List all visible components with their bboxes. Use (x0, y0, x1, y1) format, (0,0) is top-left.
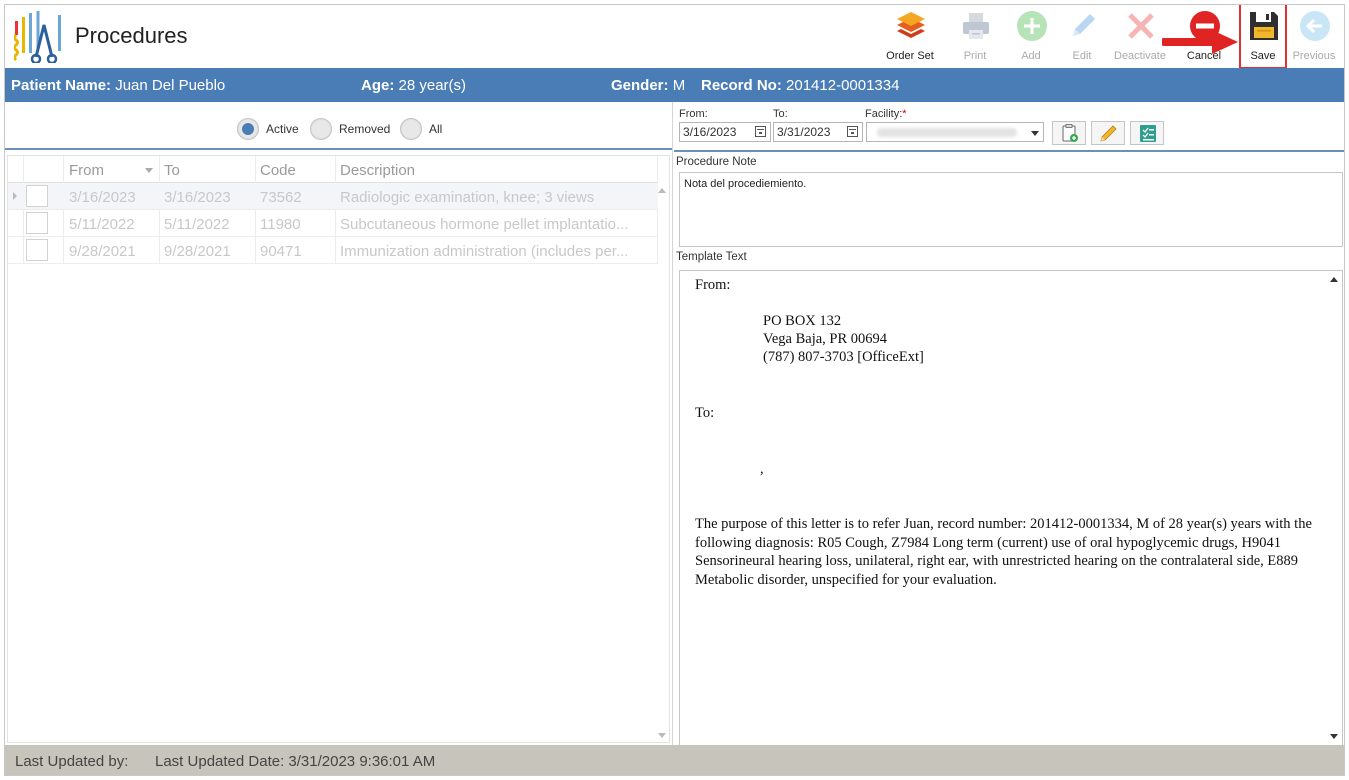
procedures-window: Procedures Order Set Print Add Edit Deac… (4, 4, 1345, 776)
row-checkbox[interactable] (26, 185, 48, 207)
cell-code: 90471 (260, 243, 302, 260)
previous-button[interactable]: Previous (1288, 7, 1340, 67)
scroll-down-icon[interactable] (658, 733, 666, 738)
chevron-down-icon[interactable] (1031, 131, 1039, 136)
cell-to: 9/28/2021 (164, 243, 231, 260)
from-date-label: From: (679, 108, 708, 120)
facility-select[interactable] (866, 122, 1044, 142)
last-updated-by: Last Updated by: (15, 753, 129, 770)
patient-record-field: Record No: 201412-0001334 (701, 77, 900, 94)
radio-all-circle (400, 118, 422, 140)
order-set-label: Order Set (886, 50, 934, 62)
column-from[interactable]: From (69, 162, 104, 179)
cell-from: 5/11/2022 (69, 216, 135, 233)
patient-age-field: Age: 28 year(s) (361, 77, 467, 94)
previous-label: Previous (1292, 50, 1336, 62)
cell-code: 73562 (260, 189, 302, 206)
edit-template-button[interactable] (1091, 121, 1125, 145)
to-date-input[interactable]: 3/31/2023 (773, 122, 863, 142)
row-checkbox[interactable] (26, 239, 48, 261)
grid-scrollbar[interactable] (655, 183, 669, 743)
radio-removed-label: Removed (339, 122, 391, 136)
calendar-icon[interactable] (847, 126, 858, 137)
procedures-logo-icon (14, 11, 61, 63)
procedure-detail-panel: From: 3/16/2023 To: 3/31/2023 Facility:* (672, 102, 1344, 746)
column-code[interactable]: Code (260, 162, 296, 179)
last-updated-date: Last Updated Date: 3/31/2023 9:36:01 AM (155, 753, 436, 770)
cell-description: Immunization administration (includes pe… (340, 243, 629, 260)
calendar-icon[interactable] (755, 126, 766, 137)
row-checkbox[interactable] (26, 212, 48, 234)
procedures-grid: From To Code Description 3/16/2023 3/16/… (7, 155, 670, 743)
sort-down-icon[interactable] (145, 168, 153, 173)
procedures-list-panel: Active Removed All From To Code Descript… (5, 102, 672, 745)
cell-from: 9/28/2021 (69, 243, 136, 260)
template-text-editor[interactable]: From: PO BOX 132 Vega Baja, PR 00694 (78… (679, 270, 1343, 746)
clipboard-add-icon (1062, 124, 1078, 142)
status-filter: Active Removed All (5, 102, 672, 150)
layers-icon (897, 12, 925, 38)
scroll-down-icon[interactable] (1330, 734, 1338, 739)
radio-all-label: All (429, 122, 443, 136)
letter-address-line: Vega Baja, PR 00694 (763, 331, 888, 347)
cell-description: Subcutaneous hormone pellet implantatio.… (340, 216, 629, 233)
checklist-icon (1140, 125, 1156, 142)
edit-button[interactable]: Edit (1056, 7, 1108, 67)
facility-label: Facility:* (865, 108, 907, 120)
letter-from-label: From: (695, 277, 731, 293)
procedure-note-value: Nota del procediemiento. (684, 178, 807, 190)
pencil-icon (1073, 14, 1095, 36)
letter-recipient-placeholder: , (760, 461, 764, 477)
section-divider (674, 150, 1344, 152)
table-row[interactable]: 3/16/2023 3/16/2023 73562 Radiologic exa… (8, 183, 658, 210)
printer-icon (963, 13, 989, 39)
letter-address-line: PO BOX 132 (763, 313, 842, 329)
facility-value-redacted (877, 128, 1017, 137)
cell-from: 3/16/2023 (69, 189, 136, 206)
to-date-label: To: (773, 108, 788, 120)
patient-info-bar: Patient Name: Juan Del Pueblo Age: 28 ye… (5, 68, 1344, 102)
status-bar: Last Updated by: Last Updated Date: 3/31… (5, 745, 1344, 775)
column-description[interactable]: Description (340, 162, 415, 179)
plus-circle-icon (1017, 11, 1047, 41)
page-title: Procedures (75, 23, 188, 48)
scroll-up-icon[interactable] (658, 188, 666, 193)
scroll-up-icon[interactable] (1330, 277, 1338, 282)
procedure-note-label: Procedure Note (676, 156, 757, 168)
cell-to: 5/11/2022 (164, 216, 230, 233)
template-scrollbar[interactable] (1326, 271, 1342, 745)
arrow-left-circle-icon (1300, 11, 1330, 41)
cell-to: 3/16/2023 (164, 189, 231, 206)
from-date-value: 3/16/2023 (683, 125, 737, 139)
row-indicator-icon (13, 192, 17, 200)
radio-removed-circle (310, 118, 332, 140)
checklist-button[interactable] (1130, 121, 1164, 145)
panel-divider (672, 102, 673, 745)
radio-active-circle (237, 118, 259, 140)
table-row[interactable]: 5/11/2022 5/11/2022 11980 Subcutaneous h… (8, 210, 658, 237)
letter-address-line: (787) 807-3703 [OfficeExt] (763, 349, 924, 365)
deactivate-button[interactable]: Deactivate (1114, 7, 1166, 67)
column-to[interactable]: To (164, 162, 180, 179)
template-text-label: Template Text (676, 251, 747, 263)
procedure-note-textarea[interactable]: Nota del procediemiento. (679, 172, 1343, 247)
letter-to-label: To: (695, 405, 715, 421)
cell-description: Radiologic examination, knee; 3 views (340, 189, 595, 206)
radio-active-label: Active (266, 122, 299, 136)
to-date-value: 3/31/2023 (777, 125, 831, 139)
new-document-button[interactable] (1052, 121, 1086, 145)
table-row[interactable]: 9/28/2021 9/28/2021 90471 Immunization a… (8, 237, 658, 264)
order-set-button[interactable]: Order Set (884, 7, 936, 67)
grid-header: From To Code Description (8, 156, 658, 183)
letter-body: The purpose of this letter is to refer J… (695, 516, 1312, 588)
patient-name-field: Patient Name: Juan Del Pueblo (11, 77, 226, 94)
from-date-input[interactable]: 3/16/2023 (679, 122, 771, 142)
floppy-disk-icon (1250, 12, 1278, 40)
print-button[interactable]: Print (949, 7, 1001, 67)
header: Procedures Order Set Print Add Edit Deac… (5, 5, 1344, 69)
cell-code: 11980 (260, 216, 301, 233)
x-icon (1128, 13, 1154, 39)
pencil-icon (1100, 125, 1117, 142)
patient-gender-field: Gender: M (611, 77, 686, 94)
